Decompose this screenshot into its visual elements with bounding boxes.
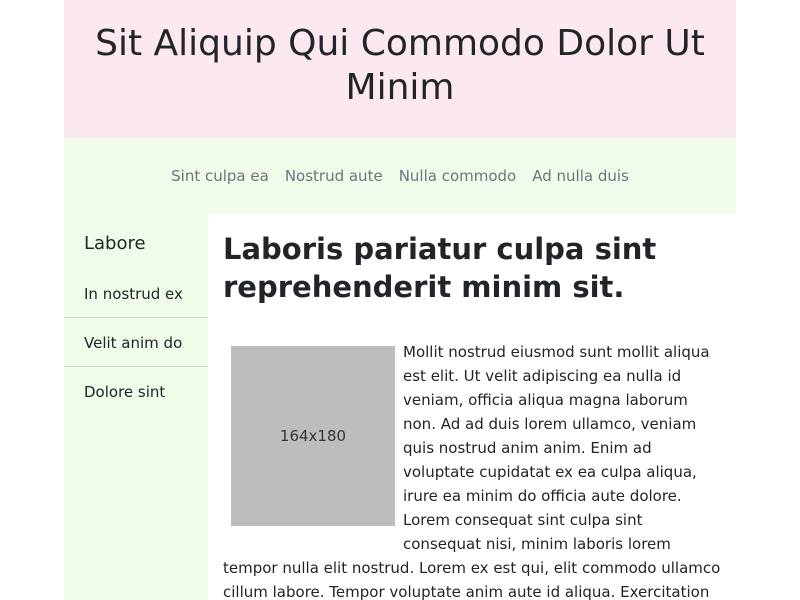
sidebar-item-dolore-sint[interactable]: Dolore sint [64,368,208,416]
sidebar-heading: Labore [84,233,146,254]
main-content: Laboris pariatur culpa sint reprehenderi… [208,214,736,600]
nav-list: Sint culpa ea Nostrud aute Nulla commodo… [64,166,736,186]
image-size-label: 164x180 [279,427,347,445]
article-heading: Laboris pariatur culpa sint reprehenderi… [223,232,657,304]
nav-link-nulla-commodo[interactable]: Nulla commodo [391,166,525,186]
article-body: 164x180 Mollit nostrud eiusmod sunt moll… [223,340,723,600]
nav-link-sint-culpa-ea[interactable]: Sint culpa ea [163,166,277,186]
site-title: Sit Aliquip Qui Commodo Dolor Ut Minim [95,23,705,108]
site-header: Sit Aliquip Qui Commodo Dolor Ut Minim [64,0,736,138]
sidebar-item-velit-anim-do[interactable]: Velit anim do [64,319,208,367]
page: Sit Aliquip Qui Commodo Dolor Ut Minim S… [64,0,736,600]
nav-link-ad-nulla-duis[interactable]: Ad nulla duis [524,166,637,186]
sidebar-item-in-nostrud-ex[interactable]: In nostrud ex [64,270,208,318]
top-nav: Sint culpa ea Nostrud aute Nulla commodo… [64,138,736,214]
nav-link-nostrud-aute[interactable]: Nostrud aute [277,166,391,186]
sidebar: Labore In nostrud ex Velit anim do Dolor… [64,214,208,600]
image-placeholder: 164x180 [231,346,395,526]
